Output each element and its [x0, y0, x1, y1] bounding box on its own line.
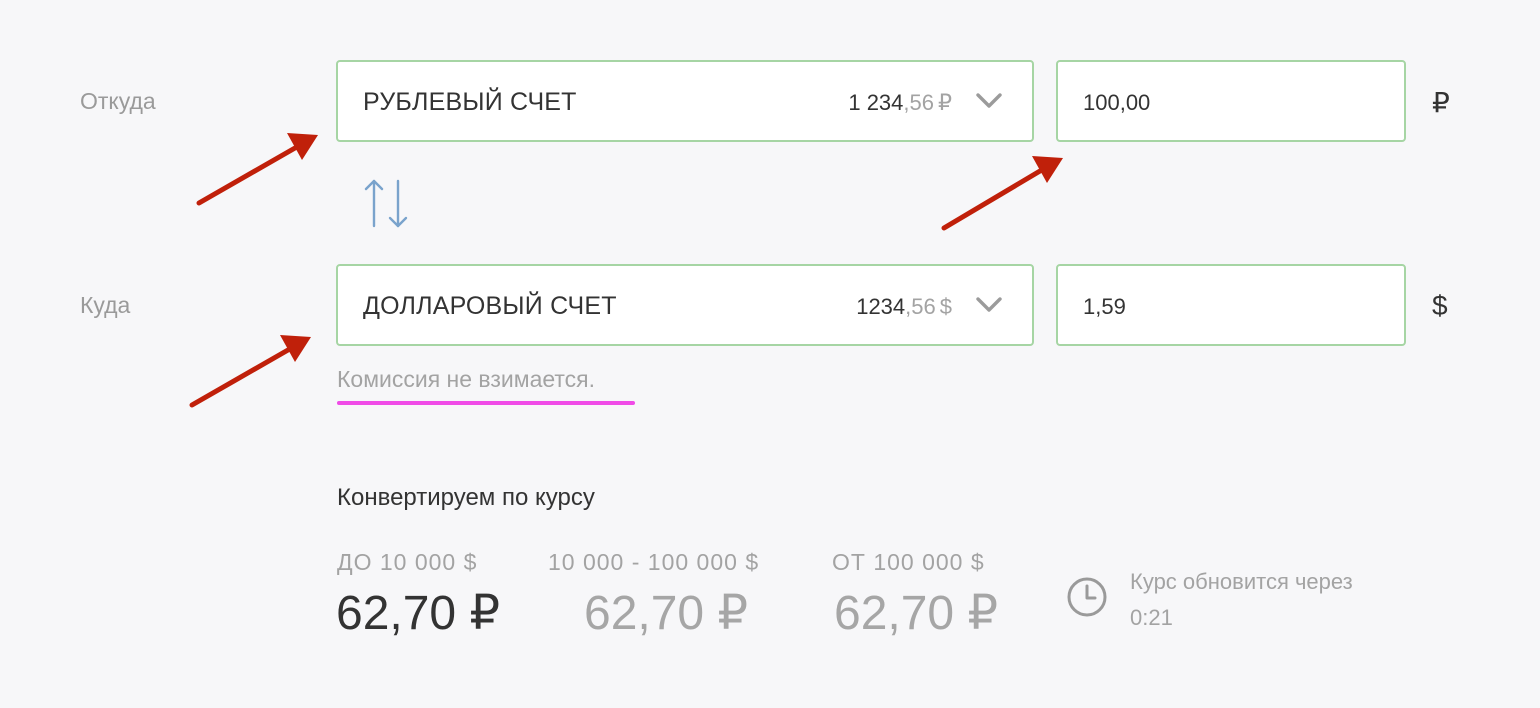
- commission-note: Комиссия не взимается.: [337, 366, 596, 392]
- chevron-down-icon[interactable]: [976, 296, 1002, 314]
- from-account-balance: 1 234,56 ₽: [848, 90, 952, 116]
- from-balance-integer: 1 234: [848, 90, 904, 115]
- from-account-name: РУБЛЕВЫЙ СЧЕТ: [363, 88, 577, 116]
- rate-update-label: Курс обновится через: [1130, 569, 1353, 594]
- tier-rate-2: 62,70 ₽: [584, 587, 748, 640]
- from-balance-currency: ₽: [938, 90, 952, 115]
- from-account-select[interactable]: РУБЛЕВЫЙ СЧЕТ 1 234,56 ₽: [336, 60, 1034, 142]
- to-amount-value: 1,59: [1083, 294, 1126, 319]
- rates-title: Конвертируем по курсу: [337, 484, 595, 511]
- swap-arrows-icon[interactable]: [362, 178, 412, 230]
- tier-rate-3: 62,70 ₽: [834, 587, 998, 640]
- to-account-name: ДОЛЛАРОВЫЙ СЧЕТ: [363, 292, 617, 320]
- annotation-underline: [337, 401, 635, 405]
- annotation-arrow-from-account: [196, 133, 318, 206]
- from-currency-sign: ₽: [1432, 87, 1450, 118]
- clock-icon: [1067, 577, 1107, 617]
- to-balance-integer: 1234: [856, 294, 906, 319]
- rate-update-text: Курс обновится через 0:21: [1130, 564, 1353, 636]
- to-amount-input[interactable]: 1,59: [1056, 264, 1406, 346]
- tier-label-1: ДО 10 000 $: [337, 549, 478, 575]
- chevron-down-icon[interactable]: [976, 92, 1002, 110]
- to-currency-sign: $: [1432, 290, 1448, 321]
- tier-rate-1: 62,70 ₽: [336, 587, 500, 640]
- annotation-arrow-to-account: [189, 335, 311, 408]
- rate-update-timer: 0:21: [1130, 605, 1173, 630]
- to-account-balance: 1234,56 $: [856, 294, 952, 320]
- to-balance-fraction: ,56: [905, 294, 936, 319]
- to-account-select[interactable]: ДОЛЛАРОВЫЙ СЧЕТ 1234,56 $: [336, 264, 1034, 346]
- from-label: Откуда: [80, 88, 156, 114]
- annotation-arrow-from-amount: [941, 156, 1063, 231]
- from-balance-fraction: ,56: [903, 90, 934, 115]
- from-amount-input[interactable]: 100,00: [1056, 60, 1406, 142]
- tier-label-3: ОТ 100 000 $: [832, 549, 985, 575]
- to-label: Куда: [80, 292, 131, 318]
- tier-label-2: 10 000 - 100 000 $: [548, 549, 760, 575]
- to-balance-currency: $: [939, 294, 952, 319]
- from-amount-value: 100,00: [1083, 90, 1151, 115]
